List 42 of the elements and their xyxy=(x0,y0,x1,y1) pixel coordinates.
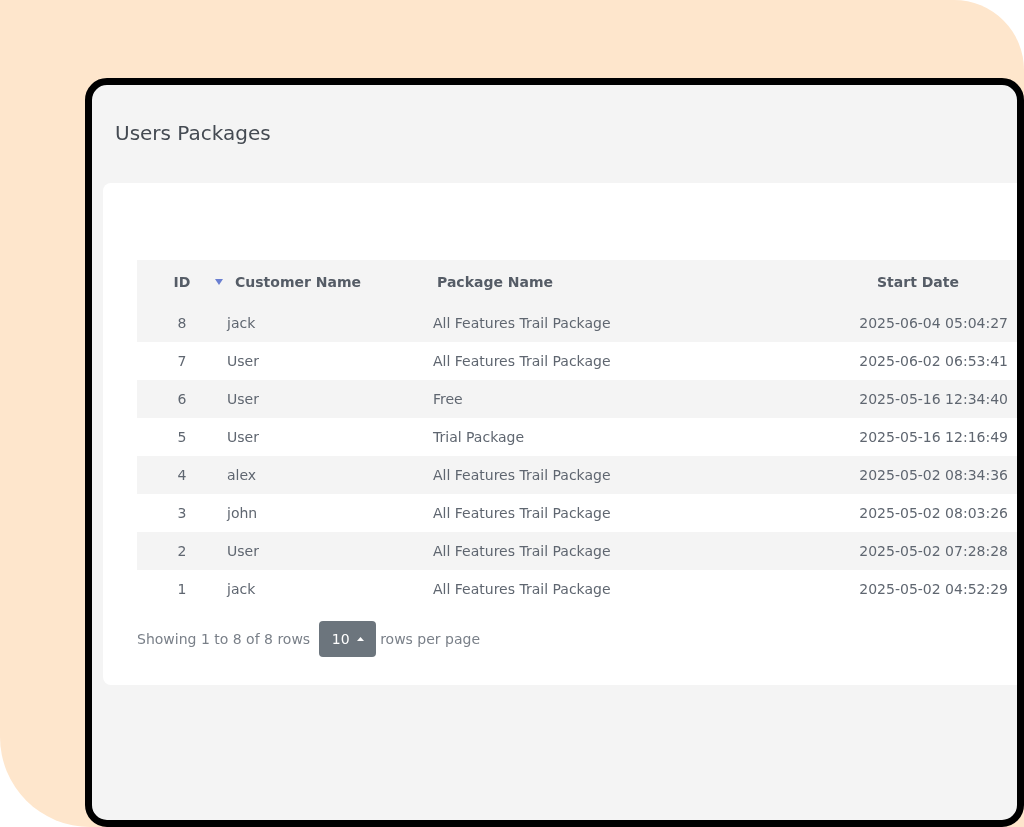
table-cell: Free xyxy=(433,390,463,407)
table-cell: 2 xyxy=(177,542,187,559)
table-cell: 2025-05-16 12:16:49 xyxy=(859,428,1008,445)
table-cell: All Features Trail Package xyxy=(433,314,611,331)
table-cell: jack xyxy=(227,580,256,597)
table-cell: 1 xyxy=(177,580,187,597)
column-header[interactable]: Package Name xyxy=(433,260,813,304)
column-header[interactable]: Start Date xyxy=(813,260,1017,304)
table-cell: 8 xyxy=(177,314,187,331)
table-cell: jack xyxy=(227,314,256,331)
table-cell: 6 xyxy=(177,390,187,407)
table-cell: All Features Trail Package xyxy=(433,352,611,369)
table-cell: 2025-05-02 07:28:28 xyxy=(859,542,1008,559)
table-cell: Trial Package xyxy=(433,428,525,445)
table-cell: 2025-05-02 08:34:36 xyxy=(859,466,1008,483)
table-cell: All Features Trail Package xyxy=(433,466,611,483)
page-title: Users Packages xyxy=(115,120,272,147)
sort-descending-icon[interactable] xyxy=(215,279,223,285)
table-cell: All Features Trail Package xyxy=(433,580,611,597)
caret-up-icon xyxy=(356,637,364,641)
table-cell: User xyxy=(227,390,259,407)
table-cell: All Features Trail Package xyxy=(433,542,611,559)
table-cell: 7 xyxy=(177,352,187,369)
table-cell: 3 xyxy=(177,504,187,521)
column-header[interactable]: ID xyxy=(137,260,227,304)
pagination-summary: Showing 1 to 8 of 8 rows xyxy=(137,629,311,649)
pagination-suffix: rows per page xyxy=(380,629,481,649)
table-cell: 5 xyxy=(177,428,187,445)
table-cell: alex xyxy=(227,466,257,483)
table-cell: All Features Trail Package xyxy=(433,504,611,521)
table-cell: User xyxy=(227,352,259,369)
table-cell: 2025-06-02 06:53:41 xyxy=(859,352,1008,369)
table-cell: 2025-05-16 12:34:40 xyxy=(859,390,1008,407)
table-cell: 2025-05-02 04:52:29 xyxy=(859,580,1008,597)
table-cell: 2025-06-04 05:04:27 xyxy=(859,314,1008,331)
table-cell: User xyxy=(227,428,259,445)
table-cell: User xyxy=(227,542,259,559)
table-cell: 2025-05-02 08:03:26 xyxy=(859,504,1008,521)
page-size-dropdown[interactable]: 10 xyxy=(319,621,377,657)
table-cell: 4 xyxy=(177,466,187,483)
table-cell: john xyxy=(227,504,258,521)
column-header[interactable]: Customer Name xyxy=(235,271,361,293)
